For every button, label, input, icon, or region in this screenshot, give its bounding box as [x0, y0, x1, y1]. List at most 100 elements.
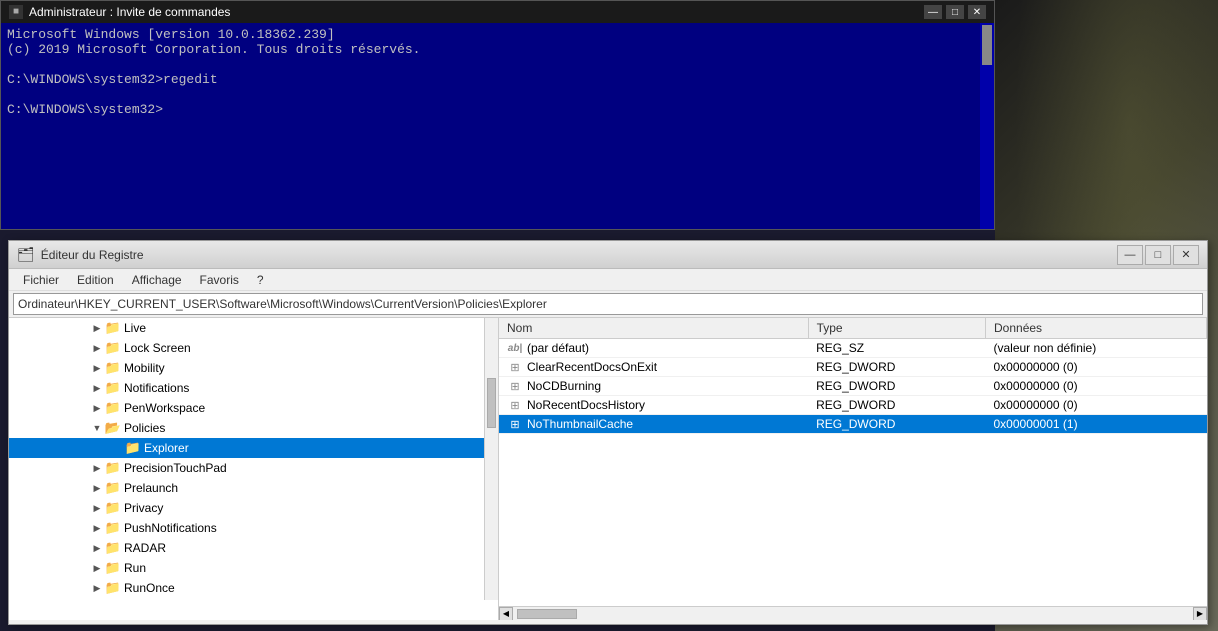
expand-icon [109, 440, 125, 456]
registry-titlebar: 🗂 Éditeur du Registre — □ ✕ [9, 241, 1207, 269]
tree-label: Live [124, 321, 146, 335]
table-row[interactable]: ab| (par défaut) REG_SZ (valeur non défi… [499, 339, 1207, 358]
value-name: NoRecentDocsHistory [527, 398, 645, 412]
value-name: NoThumbnailCache [527, 417, 633, 431]
tree-item-precisiontouchpad[interactable]: ▶ 📁 PrecisionTouchPad [9, 458, 498, 478]
cmd-line-3 [7, 57, 976, 72]
value-type: REG_DWORD [808, 358, 985, 377]
table-row[interactable]: ⊞ NoCDBurning REG_DWORD 0x00000000 (0) [499, 377, 1207, 396]
col-header-donnees[interactable]: Données [986, 318, 1207, 339]
tree-label: RunOnce [124, 581, 175, 595]
table-row[interactable]: ⊞ ClearRecentDocsOnExit REG_DWORD 0x0000… [499, 358, 1207, 377]
registry-content: ▶ 📁 Live ▶ 📁 Lock Screen ▶ 📁 Mobility ▶ … [9, 317, 1207, 620]
tree-label: Policies [124, 421, 165, 435]
name-cell: ⊞ NoRecentDocsHistory [507, 398, 800, 412]
folder-icon: 📁 [105, 341, 121, 355]
tree-item-live[interactable]: ▶ 📁 Live [9, 318, 498, 338]
cmd-line-5 [7, 87, 976, 102]
value-icon: ⊞ [507, 398, 523, 412]
folder-icon: 📁 [105, 361, 121, 375]
cmd-window: ■ Administrateur : Invite de commandes —… [0, 0, 995, 230]
cmd-line-1: Microsoft Windows [version 10.0.18362.23… [7, 27, 976, 42]
expand-icon: ▶ [89, 320, 105, 336]
col-header-type[interactable]: Type [808, 318, 985, 339]
value-data: 0x00000000 (0) [986, 358, 1207, 377]
expand-icon: ▶ [89, 400, 105, 416]
scroll-right-arrow[interactable]: ▶ [1193, 607, 1207, 621]
name-cell: ⊞ NoCDBurning [507, 379, 800, 393]
folder-icon: 📁 [105, 321, 121, 335]
expand-icon: ▶ [89, 560, 105, 576]
tree-item-run[interactable]: ▶ 📁 Run [9, 558, 498, 578]
tree-item-lockscreen[interactable]: ▶ 📁 Lock Screen [9, 338, 498, 358]
value-icon: ⊞ [507, 379, 523, 393]
registry-maximize-button[interactable]: □ [1145, 245, 1171, 265]
value-name: NoCDBurning [527, 379, 601, 393]
tree-item-notifications[interactable]: ▶ 📁 Notifications [9, 378, 498, 398]
menu-fichier[interactable]: Fichier [15, 271, 67, 289]
registry-address-text: Ordinateur\HKEY_CURRENT_USER\Software\Mi… [18, 297, 547, 311]
value-name: (par défaut) [527, 341, 589, 355]
tree-item-policies[interactable]: ▼ 📂 Policies [9, 418, 498, 438]
tree-item-screensavers[interactable]: ▶ 📁 Screensavers [9, 598, 498, 600]
tree-item-mobility[interactable]: ▶ 📁 Mobility [9, 358, 498, 378]
value-data: (valeur non définie) [986, 339, 1207, 358]
expand-icon: ▶ [89, 460, 105, 476]
cmd-title: Administrateur : Invite de commandes [29, 5, 230, 19]
cmd-maximize-button[interactable]: □ [946, 5, 964, 19]
registry-tree-pane: ▶ 📁 Live ▶ 📁 Lock Screen ▶ 📁 Mobility ▶ … [9, 318, 499, 620]
scroll-left-arrow[interactable]: ◀ [499, 607, 513, 621]
cmd-titlebar: ■ Administrateur : Invite de commandes —… [1, 1, 994, 23]
registry-minimize-button[interactable]: — [1117, 245, 1143, 265]
details-horizontal-scrollbar[interactable]: ◀ ▶ [499, 606, 1207, 620]
cmd-minimize-button[interactable]: — [924, 5, 942, 19]
value-type: REG_DWORD [808, 396, 985, 415]
menu-favoris[interactable]: Favoris [192, 271, 247, 289]
cmd-scrollbar-thumb[interactable] [982, 25, 992, 65]
name-cell: ⊞ NoThumbnailCache [507, 417, 800, 431]
expand-icon: ▶ [89, 540, 105, 556]
cmd-line-6: C:\WINDOWS\system32> [7, 102, 976, 117]
cmd-body: Microsoft Windows [version 10.0.18362.23… [1, 23, 994, 229]
expand-icon: ▶ [89, 340, 105, 356]
tree-scrollbar-thumb[interactable] [487, 378, 496, 428]
table-row-selected[interactable]: ⊞ NoThumbnailCache REG_DWORD 0x00000001 … [499, 415, 1207, 434]
col-header-nom[interactable]: Nom [499, 318, 808, 339]
tree-label: PenWorkspace [124, 401, 205, 415]
folder-icon: 📁 [105, 561, 121, 575]
menu-edition[interactable]: Edition [69, 271, 122, 289]
table-row[interactable]: ⊞ NoRecentDocsHistory REG_DWORD 0x000000… [499, 396, 1207, 415]
registry-address-bar[interactable]: Ordinateur\HKEY_CURRENT_USER\Software\Mi… [13, 293, 1203, 315]
tree-label: Mobility [124, 361, 165, 375]
scroll-thumb[interactable] [517, 609, 577, 619]
registry-title: Éditeur du Registre [41, 248, 144, 262]
tree-item-pushnotifications[interactable]: ▶ 📁 PushNotifications [9, 518, 498, 538]
name-cell: ⊞ ClearRecentDocsOnExit [507, 360, 800, 374]
folder-icon: 📁 [125, 441, 141, 455]
registry-tree-body: ▶ 📁 Live ▶ 📁 Lock Screen ▶ 📁 Mobility ▶ … [9, 318, 498, 600]
tree-item-runonce[interactable]: ▶ 📁 RunOnce [9, 578, 498, 598]
expand-icon: ▶ [89, 380, 105, 396]
tree-item-privacy[interactable]: ▶ 📁 Privacy [9, 498, 498, 518]
cmd-scrollbar[interactable] [980, 23, 994, 229]
tree-scrollbar[interactable] [484, 318, 498, 600]
registry-controls: — □ ✕ [1117, 245, 1199, 265]
menu-help[interactable]: ? [249, 271, 272, 289]
menu-affichage[interactable]: Affichage [124, 271, 190, 289]
folder-open-icon: 📂 [105, 421, 121, 435]
tree-item-radar[interactable]: ▶ 📁 RADAR [9, 538, 498, 558]
folder-icon: 📁 [105, 481, 121, 495]
registry-close-button[interactable]: ✕ [1173, 245, 1199, 265]
value-type: REG_SZ [808, 339, 985, 358]
folder-icon: 📁 [105, 581, 121, 595]
cmd-close-button[interactable]: ✕ [968, 5, 986, 19]
tree-item-prelaunch[interactable]: ▶ 📁 Prelaunch [9, 478, 498, 498]
tree-item-explorer[interactable]: 📁 Explorer [9, 438, 498, 458]
tree-label: Explorer [144, 441, 189, 455]
expand-icon: ▶ [89, 360, 105, 376]
registry-editor-window: 🗂 Éditeur du Registre — □ ✕ Fichier Edit… [8, 240, 1208, 625]
value-type: REG_DWORD [808, 415, 985, 434]
tree-label: Notifications [124, 381, 189, 395]
tree-item-penworkspace[interactable]: ▶ 📁 PenWorkspace [9, 398, 498, 418]
tree-label: Lock Screen [124, 341, 191, 355]
